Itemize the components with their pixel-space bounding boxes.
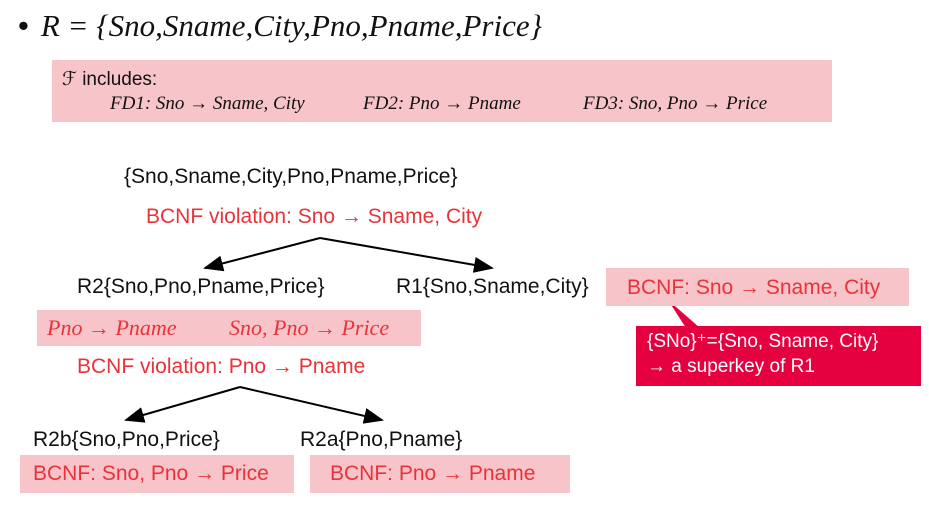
r2-fd2: Sno, Pno → Price <box>229 315 390 340</box>
callout-closure: {SNo}⁺={Sno, Sname, City} <box>647 331 879 352</box>
arrow-root-to-r1 <box>319 237 494 273</box>
r2b-bcnf: BCNF: Sno, Pno → Price <box>33 462 269 485</box>
root-violation: BCNF violation: Sno → Sname, City <box>146 205 483 228</box>
r2a-relation: R2a{Pno,Pname} <box>300 428 463 451</box>
r2a-bcnf: BCNF: Pno → Pname <box>330 462 536 485</box>
root-relation: {Sno,Sname,City,Pno,Pname,Price} <box>124 165 458 188</box>
r2b-relation: R2b{Sno,Pno,Price} <box>33 428 220 451</box>
r2-relation: R2{Sno,Pno,Pname,Price} <box>77 275 325 298</box>
schema-text: R = {Sno,Sname,City,Pno,Pname,Price} <box>40 8 543 43</box>
fd2: FD2: Pno → Pname <box>363 93 521 114</box>
r2-violation: BCNF violation: Pno → Pname <box>77 355 366 378</box>
arrow-r2-to-r2b <box>124 386 241 423</box>
fd-set-label: ℱ includes: <box>62 69 158 90</box>
relation-schema-title: • R = {Sno,Sname,City,Pno,Pname,Price} <box>18 8 542 44</box>
r2-fd1: Pno → Pname <box>47 315 177 340</box>
arrow-root-to-r2 <box>203 237 321 272</box>
fd1: FD1: Sno → Sname, City <box>110 93 305 114</box>
arrow-r2-to-r2a <box>239 386 384 424</box>
r1-relation: R1{Sno,Sname,City} <box>396 275 589 298</box>
fd3: FD3: Sno, Pno → Price <box>583 93 768 114</box>
callout-superkey: → a superkey of R1 <box>647 356 815 377</box>
r1-bcnf: BCNF: Sno → Sname, City <box>627 276 881 299</box>
bullet: • <box>18 8 29 43</box>
